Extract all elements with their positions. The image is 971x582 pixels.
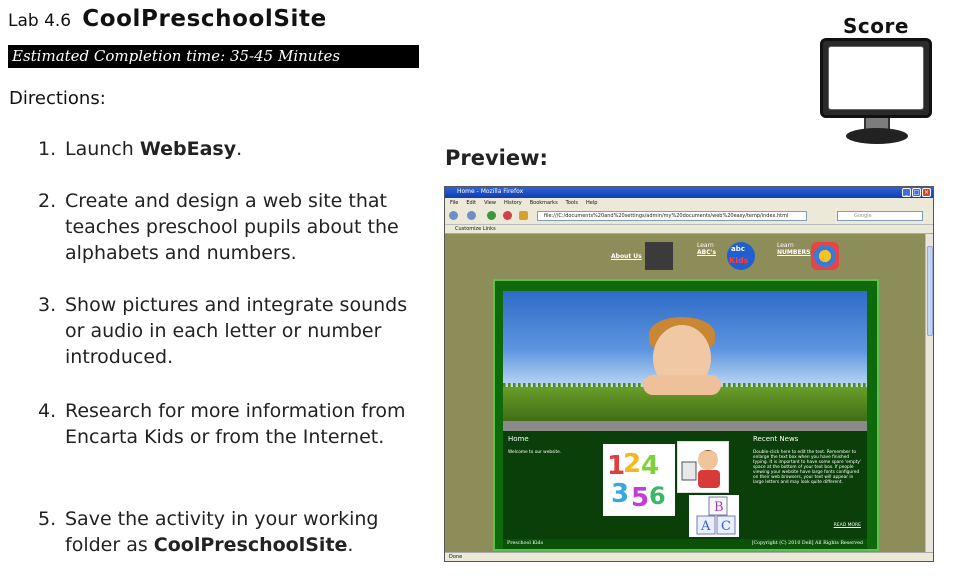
close-icon[interactable]: × [922,188,931,197]
site-nav-learn-numbers[interactable]: Learn NUMBERS [777,242,810,256]
stop-icon[interactable] [503,211,512,220]
kids-badge-text: Kids [729,256,749,265]
forward-icon[interactable] [467,211,476,220]
menu-bookmarks[interactable]: Bookmarks [530,200,558,206]
step-number: 4. [38,400,57,422]
browser-titlebar: Home - Mozilla Firefox _ □ × [445,187,933,198]
browser-navbar: file:///C:/documents%20and%20settings/ad… [445,207,933,225]
hero-divider [503,421,867,431]
step-text: Research for more information from Encar… [65,400,406,448]
search-input[interactable]: Google [837,211,923,221]
footer-left-text: Preschool Kids [507,541,544,546]
estimated-time: Estimated Completion time: 35-45 Minutes [12,47,341,65]
svg-text:C: C [721,519,731,534]
svg-text:2: 2 [623,449,641,479]
step-4: 4. Research for more information from En… [38,398,428,450]
news-heading: Recent News [753,435,799,443]
read-more-link[interactable]: READ MORE [834,523,861,528]
step-text: Create and design a web site that teache… [65,190,399,264]
score-label: Score [843,14,909,38]
bookmarks-bar: Customize Links [445,225,933,234]
step-text: Show pictures and integrate sounds or au… [65,294,408,368]
numbers-image: 1 2 4 3 5 6 [603,444,675,516]
browser-preview: Home - Mozilla Firefox _ □ × File Edit V… [444,186,934,562]
lab-title: CoolPreschoolSite [82,6,327,32]
browser-title: Home - Mozilla Firefox [457,188,524,195]
menu-help[interactable]: Help [586,200,597,206]
browser-menubar: File Edit View History Bookmarks Tools H… [445,198,933,207]
learn-label: Learn [777,242,794,249]
step-number: 5. [38,508,57,530]
step-3: 3. Show pictures and integrate sounds or… [38,292,428,370]
step-text-end: . [347,534,354,556]
abc-kids-logo: abc Kids [727,242,755,270]
abc-badge-text: abc [731,245,745,253]
hero-image [503,291,867,421]
step-2: 2. Create and design a web site that tea… [38,188,428,266]
abc-link[interactable]: ABC's [697,249,716,256]
svg-text:A: A [700,519,711,534]
browser-statusbar: Done [445,552,933,561]
footer-copyright: [Copyright (C) 2010 Dell] All Rights Res… [751,541,863,546]
step-bold-text: CoolPreschoolSite [153,534,348,556]
home-icon[interactable] [519,211,528,220]
status-text: Done [449,554,463,560]
menu-file[interactable]: File [450,200,458,206]
reload-icon[interactable] [487,211,496,220]
svg-text:5: 5 [631,483,649,513]
home-text: Welcome to our website. [508,450,562,455]
svg-text:6: 6 [649,482,666,510]
step-number: 2. [38,190,57,212]
step-number: 1. [38,138,57,160]
abc-blocks-image: B A C [689,495,739,537]
step-bold-text: WebEasy [139,138,237,160]
score-screen [828,46,924,110]
score-box: Score [812,14,940,144]
site-nav-learn-abc[interactable]: Learn ABC's [697,242,716,256]
minimize-icon[interactable]: _ [902,188,911,197]
scrollbar[interactable] [925,234,933,552]
estimated-time-bar: Estimated Completion time: 35-45 Minutes [8,45,419,68]
learn-label: Learn [697,242,714,249]
step-text-end: . [236,138,243,160]
svg-text:3: 3 [611,479,629,509]
menu-view[interactable]: View [484,200,496,206]
family-image [645,242,673,270]
address-bar[interactable]: file:///C:/documents%20and%20settings/ad… [537,211,807,221]
step-1: 1. Launch WebEasy. [38,136,428,162]
step-number: 3. [38,294,57,316]
lab-heading: Lab 4.6 CoolPreschoolSite [8,6,327,32]
home-heading: Home [508,435,529,443]
boy-image [677,441,729,493]
menu-edit[interactable]: Edit [466,200,476,206]
about-link[interactable]: About Us [611,253,642,260]
site-footer: Preschool Kids [Copyright (C) 2010 Dell]… [503,539,867,549]
scroll-thumb[interactable] [927,246,933,336]
news-text: Double-click here to edit the text. Reme… [753,450,862,485]
monitor-icon [820,38,932,118]
step-5: 5. Save the activity in your working fol… [38,506,428,558]
site-nav-about[interactable]: About Us [611,253,642,260]
lab-number: Lab 4.6 [8,11,72,31]
svg-text:B: B [714,500,724,515]
bookmark-customize-links[interactable]: Customize Links [455,226,496,232]
step-text: Launch [65,138,140,160]
menu-tools[interactable]: Tools [566,200,578,206]
maximize-icon[interactable]: □ [912,188,921,197]
monitor-base [846,128,908,144]
directions-label: Directions: [9,88,106,109]
preview-label: Preview: [445,146,548,170]
numbers-logo [811,242,839,270]
menu-history[interactable]: History [504,200,522,206]
back-icon[interactable] [449,211,458,220]
numbers-link[interactable]: NUMBERS [777,249,810,256]
svg-text:4: 4 [641,451,659,481]
